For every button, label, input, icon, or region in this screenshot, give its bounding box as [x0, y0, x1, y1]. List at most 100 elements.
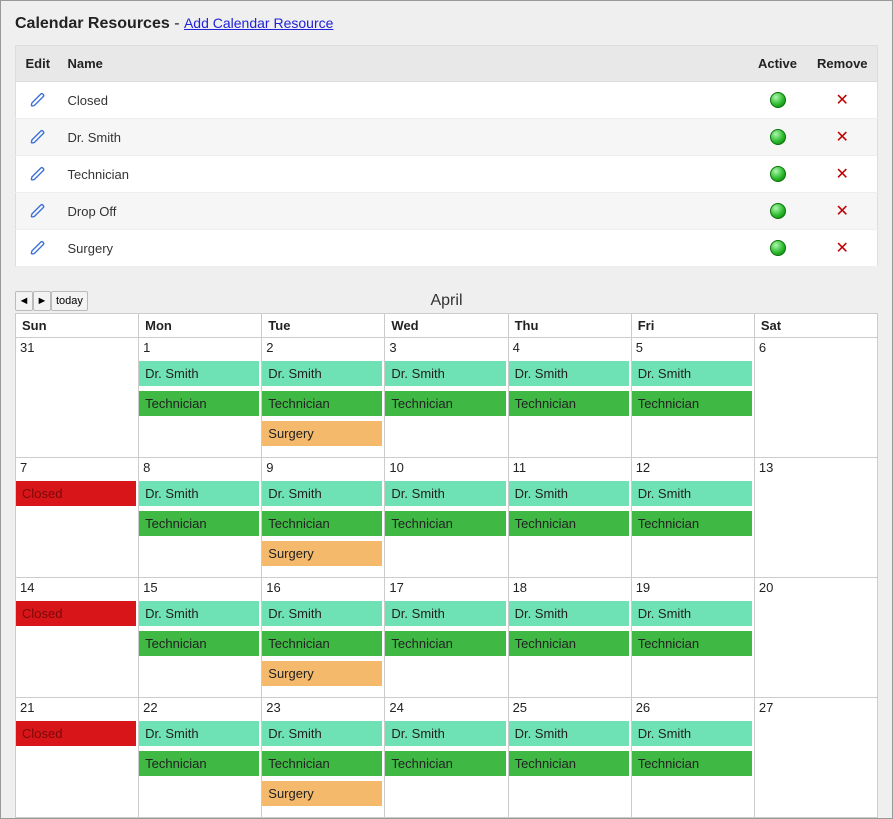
remove-icon[interactable]: ✕	[836, 201, 849, 221]
calendar-event[interactable]: Dr. Smith	[509, 481, 629, 506]
calendar-day-cell[interactable]: 24Dr. SmithTechnician	[385, 698, 508, 818]
calendar-day-cell[interactable]: 21Closed	[16, 698, 139, 818]
calendar-event[interactable]: Closed	[16, 721, 136, 746]
calendar-event[interactable]: Dr. Smith	[385, 721, 505, 746]
calendar-day-cell[interactable]: 11Dr. SmithTechnician	[508, 458, 631, 578]
add-calendar-resource-link[interactable]: Add Calendar Resource	[184, 15, 333, 31]
calendar-nav: ◄ ► today	[15, 291, 88, 311]
calendar-day-cell[interactable]: 14Closed	[16, 578, 139, 698]
calendar-event[interactable]: Dr. Smith	[139, 481, 259, 506]
pencil-icon[interactable]	[24, 166, 52, 182]
calendar-event[interactable]: Technician	[262, 631, 382, 656]
calendar-event[interactable]: Dr. Smith	[262, 481, 382, 506]
calendar-event[interactable]: Dr. Smith	[632, 721, 752, 746]
active-status-icon[interactable]	[770, 203, 786, 219]
remove-icon[interactable]: ✕	[836, 90, 849, 110]
calendar-event[interactable]: Technician	[385, 391, 505, 416]
calendar-event[interactable]: Dr. Smith	[139, 721, 259, 746]
calendar-event[interactable]: Dr. Smith	[632, 481, 752, 506]
calendar-event[interactable]: Technician	[139, 631, 259, 656]
calendar-event[interactable]: Technician	[632, 751, 752, 776]
calendar-day-number: 17	[385, 578, 507, 601]
calendar-next-button[interactable]: ►	[33, 291, 51, 311]
calendar-day-cell[interactable]: 4Dr. SmithTechnician	[508, 338, 631, 458]
calendar-day-cell[interactable]: 16Dr. SmithTechnicianSurgery	[262, 578, 385, 698]
pencil-icon[interactable]	[24, 203, 52, 219]
pencil-icon[interactable]	[24, 92, 52, 108]
pencil-icon[interactable]	[24, 129, 52, 145]
calendar-day-cell[interactable]: 7Closed	[16, 458, 139, 578]
calendar-event[interactable]: Surgery	[262, 781, 382, 806]
calendar-day-cell[interactable]: 6	[754, 338, 877, 458]
calendar-day-header: Tue	[262, 314, 385, 338]
calendar-event[interactable]: Dr. Smith	[139, 361, 259, 386]
calendar-day-cell[interactable]: 9Dr. SmithTechnicianSurgery	[262, 458, 385, 578]
calendar-day-cell[interactable]: 20	[754, 578, 877, 698]
calendar-event[interactable]: Closed	[16, 481, 136, 506]
pencil-icon[interactable]	[24, 240, 52, 256]
calendar-day-number: 8	[139, 458, 261, 481]
calendar-day-cell[interactable]: 23Dr. SmithTechnicianSurgery	[262, 698, 385, 818]
calendar-event[interactable]: Dr. Smith	[262, 721, 382, 746]
calendar-event[interactable]: Dr. Smith	[262, 601, 382, 626]
calendar-day-cell[interactable]: 18Dr. SmithTechnician	[508, 578, 631, 698]
calendar-event[interactable]: Dr. Smith	[262, 361, 382, 386]
active-status-icon[interactable]	[770, 129, 786, 145]
active-status-icon[interactable]	[770, 92, 786, 108]
calendar-event[interactable]: Technician	[632, 391, 752, 416]
calendar-event[interactable]: Dr. Smith	[139, 601, 259, 626]
calendar-event[interactable]: Technician	[632, 511, 752, 536]
calendar-day-cell[interactable]: 1Dr. SmithTechnician	[139, 338, 262, 458]
calendar-day-cell[interactable]: 17Dr. Smith Technician	[385, 578, 508, 698]
calendar-day-cell[interactable]: 26Dr. SmithTechnician	[631, 698, 754, 818]
calendar-day-cell[interactable]: 19Dr. SmithTechnician	[631, 578, 754, 698]
calendar-event[interactable]: Surgery	[262, 661, 382, 686]
calendar-event[interactable]: Technician	[509, 511, 629, 536]
calendar-event[interactable]: Technician	[385, 511, 505, 536]
calendar-event[interactable]: Closed	[16, 601, 136, 626]
calendar-event[interactable]: Dr. Smith	[385, 481, 505, 506]
chevron-right-icon: ►	[37, 295, 48, 307]
active-status-icon[interactable]	[770, 240, 786, 256]
calendar-day-number: 22	[139, 698, 261, 721]
remove-icon[interactable]: ✕	[836, 127, 849, 147]
remove-icon[interactable]: ✕	[836, 238, 849, 258]
calendar-event[interactable]: Technician	[509, 391, 629, 416]
calendar-event[interactable]: Technician	[139, 511, 259, 536]
calendar-event[interactable]: Technician	[632, 631, 752, 656]
calendar-prev-button[interactable]: ◄	[15, 291, 33, 311]
calendar-event[interactable]: Surgery	[262, 421, 382, 446]
calendar-event[interactable]: Surgery	[262, 541, 382, 566]
calendar-day-cell[interactable]: 8Dr. Smith Technician	[139, 458, 262, 578]
calendar-event[interactable]: Dr. Smith	[509, 601, 629, 626]
calendar-event[interactable]: Technician	[385, 751, 505, 776]
calendar-event[interactable]: Dr. Smith	[632, 601, 752, 626]
calendar-event[interactable]: Dr. Smith	[385, 361, 505, 386]
calendar-day-cell[interactable]: 13	[754, 458, 877, 578]
calendar-day-cell[interactable]: 10Dr. SmithTechnician	[385, 458, 508, 578]
calendar-event[interactable]: Dr. Smith	[509, 361, 629, 386]
calendar-event[interactable]: Technician	[262, 751, 382, 776]
calendar-event[interactable]: Technician	[509, 631, 629, 656]
calendar-event[interactable]: Technician	[262, 511, 382, 536]
calendar-event[interactable]: Technician	[262, 391, 382, 416]
calendar-event[interactable]: Dr. Smith	[632, 361, 752, 386]
calendar-event[interactable]: Dr. Smith	[385, 601, 505, 626]
calendar-day-cell[interactable]: 12Dr. SmithTechnician	[631, 458, 754, 578]
calendar-day-cell[interactable]: 3Dr. SmithTechnician	[385, 338, 508, 458]
calendar-day-cell[interactable]: 5Dr. SmithTechnician	[631, 338, 754, 458]
calendar-day-cell[interactable]: 15Dr. SmithTechnician	[139, 578, 262, 698]
calendar-day-cell[interactable]: 31	[16, 338, 139, 458]
calendar-today-button[interactable]: today	[51, 291, 88, 311]
calendar-event[interactable]: Technician	[509, 751, 629, 776]
remove-icon[interactable]: ✕	[836, 164, 849, 184]
calendar-event[interactable]: Dr. Smith	[509, 721, 629, 746]
calendar-day-cell[interactable]: 2Dr. SmithTechnicianSurgery	[262, 338, 385, 458]
calendar-day-cell[interactable]: 27	[754, 698, 877, 818]
calendar-event[interactable]: Technician	[385, 631, 505, 656]
calendar-event[interactable]: Technician	[139, 391, 259, 416]
active-status-icon[interactable]	[770, 166, 786, 182]
calendar-event[interactable]: Technician	[139, 751, 259, 776]
calendar-day-cell[interactable]: 22Dr. Smith Technician	[139, 698, 262, 818]
calendar-day-cell[interactable]: 25Dr. SmithTechnician	[508, 698, 631, 818]
